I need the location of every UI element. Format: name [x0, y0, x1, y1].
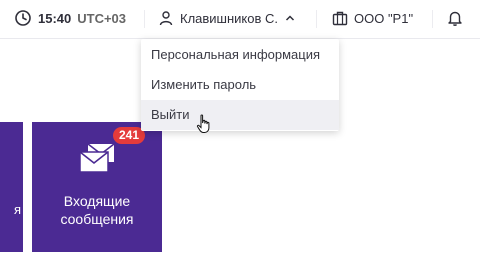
inbox-tile[interactable]: 241 Входящие сообщения [32, 122, 162, 252]
bell-icon [446, 9, 464, 27]
inbox-caption-line2: сообщения [60, 211, 134, 227]
clock-widget: 15:40 UTC+03 [14, 0, 126, 36]
envelopes-icon [78, 142, 118, 181]
user-dropdown-menu: Персональная информация Изменить пароль … [141, 39, 339, 131]
hand-cursor-icon [196, 114, 212, 139]
user-menu-toggle[interactable]: Клавишников С. [158, 0, 296, 36]
menu-item-change-password[interactable]: Изменить пароль [141, 70, 339, 100]
current-time: 15:40 [38, 10, 72, 26]
inbox-tile-caption: Входящие сообщения [32, 192, 162, 228]
organization-name: ООО "Р1" [354, 10, 414, 26]
briefcase-icon [332, 10, 348, 26]
menu-item-personal-info[interactable]: Персональная информация [141, 40, 339, 70]
divider [316, 10, 317, 28]
divider [144, 10, 145, 28]
top-bar: 15:40 UTC+03 Клавишников С. ООО "Р1" [0, 0, 480, 39]
user-name: Клавишников С. [180, 10, 279, 26]
chevron-up-icon [284, 12, 296, 24]
inbox-caption-line1: Входящие [63, 193, 131, 209]
partial-tile-caption: я [13, 202, 21, 217]
clock-icon [14, 9, 32, 27]
partial-tile[interactable]: я [0, 122, 23, 252]
notifications-button[interactable] [446, 0, 464, 36]
user-icon [158, 10, 174, 26]
timezone-label: UTC+03 [77, 10, 127, 26]
organization-selector[interactable]: ООО "Р1" [332, 0, 413, 36]
menu-item-logout[interactable]: Выйти [141, 100, 339, 130]
divider [432, 10, 433, 28]
